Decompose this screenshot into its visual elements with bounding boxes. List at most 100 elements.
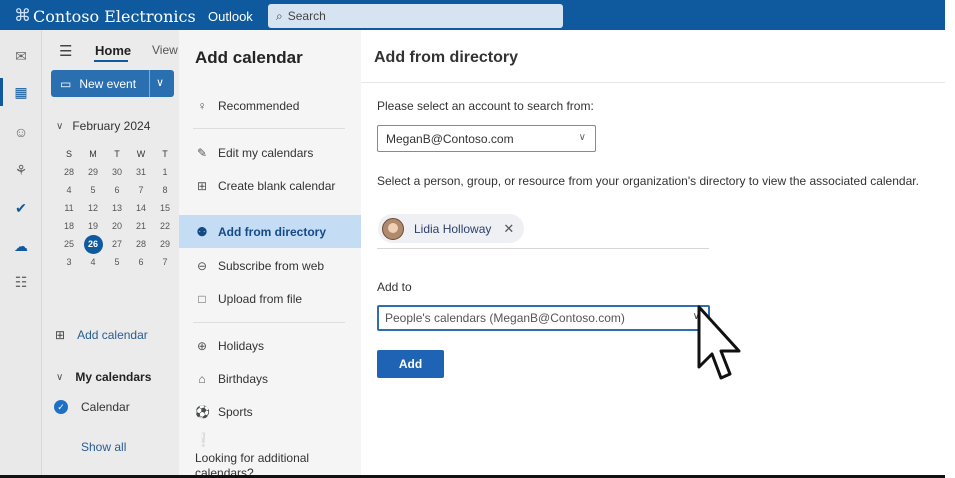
day-cell[interactable]: 29	[153, 239, 177, 249]
dialog-nav: Add calendar ♀ Recommended ✎ Edit my cal…	[179, 30, 361, 478]
nav-upload-file[interactable]: □ Upload from file	[195, 292, 302, 306]
checkmark-icon[interactable]: ✓	[54, 400, 68, 414]
new-event-button[interactable]: ▭ New event ∨	[51, 70, 174, 97]
groups-icon[interactable]: ⚘	[11, 160, 31, 180]
calendar-item-label: Calendar	[81, 400, 130, 414]
add-to-label: Add to	[377, 280, 412, 294]
nav-recommended[interactable]: ♀ Recommended	[195, 99, 300, 113]
search-box[interactable]: ⌕ Search	[268, 4, 563, 28]
day-cell[interactable]: 14	[129, 203, 153, 213]
day-cell[interactable]: 26	[81, 234, 105, 254]
month-label: February 2024	[72, 119, 151, 133]
chevron-down-icon: ∨	[578, 132, 586, 143]
day-cell[interactable]: 5	[105, 257, 129, 267]
week-row: 25 26 27 28 29	[57, 234, 179, 254]
day-cell[interactable]: 22	[153, 221, 177, 231]
day-cell[interactable]: 13	[105, 203, 129, 213]
show-all-link[interactable]: Show all	[81, 440, 126, 454]
my-calendars-label: My calendars	[75, 370, 152, 384]
day-cell[interactable]: 7	[153, 257, 177, 267]
day-cell[interactable]: 28	[57, 167, 81, 177]
calendar-plus-icon: ⊞	[55, 328, 66, 342]
nav-edit-my-calendars[interactable]: ✎ Edit my calendars	[195, 146, 313, 160]
looking-for-more-text[interactable]: Looking for additional calendars?	[195, 451, 335, 478]
search-icon: ⌕	[276, 8, 283, 23]
nav-upload-label: Upload from file	[218, 292, 303, 306]
day-cell[interactable]: 4	[81, 257, 105, 267]
chevron-down-icon[interactable]: ∨	[156, 76, 164, 89]
todo-icon[interactable]: ✔	[11, 198, 31, 218]
nav-sports[interactable]: ⚽ Sports	[195, 405, 253, 419]
add-calendar-link[interactable]: ⊞ Add calendar	[55, 328, 148, 342]
app-rail: ✉ ▦ ☺ ⚘ ✔ ☁ ☷	[0, 30, 42, 476]
add-button[interactable]: Add	[377, 350, 444, 378]
account-value: MeganB@Contoso.com	[386, 131, 514, 146]
person-chip[interactable]: Lidia Holloway ✕	[378, 214, 525, 243]
day-cell[interactable]: 27	[105, 239, 129, 249]
close-icon[interactable]: ✕	[503, 221, 514, 237]
day-cell[interactable]: 6	[129, 257, 153, 267]
today-marker[interactable]: 26	[83, 234, 103, 254]
day-cell[interactable]: 30	[105, 167, 129, 177]
tab-view[interactable]: View	[152, 43, 178, 57]
file-upload-icon: □	[198, 292, 206, 306]
day-cell[interactable]: 4	[57, 185, 81, 195]
nav-sports-label: Sports	[218, 405, 253, 419]
brand-name: Contoso Electronics	[33, 6, 196, 26]
nav-holidays[interactable]: ⊕ Holidays	[195, 339, 264, 353]
tab-home[interactable]: Home	[95, 43, 131, 58]
day-cell[interactable]: 15	[153, 203, 177, 213]
nav-birthdays[interactable]: ⌂ Birthdays	[195, 372, 268, 386]
panel-title: Add from directory	[374, 49, 519, 66]
calendar-item[interactable]: ✓ Calendar	[54, 400, 130, 414]
people-picker-underline	[377, 248, 709, 249]
day-cell[interactable]: 1	[153, 167, 177, 177]
day-cell[interactable]: 29	[81, 167, 105, 177]
sports-ball-icon: ⚽	[195, 405, 210, 419]
mail-icon[interactable]: ✉	[11, 46, 31, 66]
app-name[interactable]: Outlook	[208, 9, 253, 24]
day-cell[interactable]: 11	[57, 203, 81, 213]
month-header[interactable]: ∨ February 2024	[56, 119, 150, 133]
lightbulb-icon: ♀	[197, 99, 207, 113]
day-cell[interactable]: 5	[81, 185, 105, 195]
nav-subscribe-label: Subscribe from web	[218, 259, 325, 273]
weekday-label: M	[89, 149, 97, 159]
brand[interactable]: ⌘ Contoso Electronics	[14, 6, 196, 26]
day-cell[interactable]: 31	[129, 167, 153, 177]
week-row: 45678	[57, 181, 179, 199]
account-dropdown[interactable]: MeganB@Contoso.com ∨	[377, 125, 596, 152]
globe-icon: ⊕	[196, 339, 208, 353]
chevron-down-icon: ∨	[56, 371, 64, 383]
nav-subscribe-web[interactable]: ⊖ Subscribe from web	[195, 259, 324, 273]
day-cell[interactable]: 19	[81, 221, 105, 231]
day-cell[interactable]: 8	[153, 185, 177, 195]
nav-add-from-directory[interactable]: ⚉ Add from directory	[195, 225, 326, 239]
apps-icon[interactable]: ☷	[11, 272, 31, 292]
person-prompt: Select a person, group, or resource from…	[377, 174, 919, 188]
onedrive-icon[interactable]: ☁	[11, 236, 31, 256]
day-cell[interactable]: 12	[81, 203, 105, 213]
calendar-icon[interactable]: ▦	[11, 82, 31, 102]
day-cell[interactable]: 25	[57, 239, 81, 249]
account-prompt: Please select an account to search from:	[377, 99, 594, 113]
day-cell[interactable]: 6	[105, 185, 129, 195]
day-cell[interactable]: 21	[129, 221, 153, 231]
panel-divider	[361, 82, 945, 83]
people-icon[interactable]: ☺	[11, 122, 31, 142]
my-calendars-header[interactable]: ∨ My calendars	[56, 370, 151, 384]
day-cell[interactable]: 7	[129, 185, 153, 195]
add-to-dropdown[interactable]: People's calendars (MeganB@Contoso.com) …	[377, 305, 710, 331]
week-row: 28 29 30 31 1	[57, 163, 179, 181]
calendar-pane: ☰ Home View ▭ New event ∨ ∨ February 202…	[42, 30, 179, 476]
nav-create-blank[interactable]: ⊞ Create blank calendar	[195, 179, 335, 193]
menu-icon[interactable]: ☰	[59, 42, 72, 60]
day-cell[interactable]: 18	[57, 221, 81, 231]
day-cell[interactable]: 28	[129, 239, 153, 249]
nav-create-label: Create blank calendar	[218, 179, 336, 193]
top-bar: ⌘ Contoso Electronics Outlook ⌕ Search	[0, 0, 945, 30]
day-cell[interactable]: 20	[105, 221, 129, 231]
day-cell[interactable]: 3	[57, 257, 81, 267]
tab-home-underline	[94, 60, 128, 62]
weekday-row: SMTWT	[57, 145, 179, 163]
